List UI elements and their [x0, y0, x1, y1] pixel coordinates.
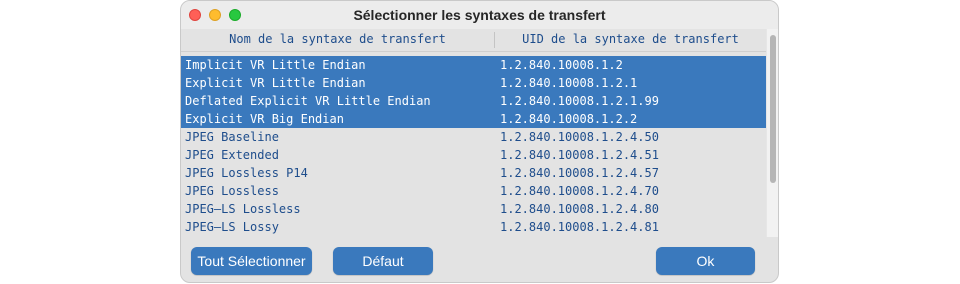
syntax-uid-cell: 1.2.840.10008.1.2.4.81: [500, 220, 659, 234]
syntax-uid-cell: 1.2.840.10008.1.2.4.57: [500, 166, 659, 180]
transfer-syntax-dialog: Sélectionner les syntaxes de transfert N…: [180, 0, 779, 283]
syntax-name-cell: JPEG–LS Lossless: [185, 202, 301, 216]
window-title: Sélectionner les syntaxes de transfert: [353, 7, 606, 23]
vertical-scrollbar[interactable]: [766, 29, 778, 237]
select-all-button[interactable]: Tout Sélectionner: [191, 247, 312, 275]
syntax-name-cell: JPEG Lossless: [185, 184, 279, 198]
syntax-name-cell: JPEG Lossless P14: [185, 166, 308, 180]
syntax-uid-cell: 1.2.840.10008.1.2.4.80: [500, 202, 659, 216]
syntax-name-cell: Deflated Explicit VR Little Endian: [185, 94, 431, 108]
ok-button[interactable]: Ok: [656, 247, 755, 275]
syntax-name-cell: JPEG–LS Lossy: [185, 220, 279, 234]
syntax-uid-cell: 1.2.840.10008.1.2: [500, 58, 623, 72]
column-header-name[interactable]: Nom de la syntaxe de transfert: [181, 32, 494, 46]
table-row[interactable]: Explicit VR Little Endian 1.2.840.10008.…: [181, 74, 766, 92]
syntax-uid-cell: 1.2.840.10008.1.2.4.70: [500, 184, 659, 198]
table-row[interactable]: JPEG–LS Lossy 1.2.840.10008.1.2.4.81: [181, 218, 766, 236]
syntax-uid-cell: 1.2.840.10008.1.2.1: [500, 76, 638, 90]
table-row[interactable]: JPEG Lossless 1.2.840.10008.1.2.4.70: [181, 182, 766, 200]
syntax-uid-cell: 1.2.840.10008.1.2.4.50: [500, 130, 659, 144]
syntax-uid-cell: 1.2.840.10008.1.2.2: [500, 112, 638, 126]
transfer-syntax-table: Nom de la syntaxe de transfert UID de la…: [181, 29, 766, 237]
scrollbar-thumb[interactable]: [770, 35, 776, 183]
table-row[interactable]: Deflated Explicit VR Little Endian 1.2.8…: [181, 92, 766, 110]
syntax-uid-cell: 1.2.840.10008.1.2.1.99: [500, 94, 659, 108]
title-bar: Sélectionner les syntaxes de transfert: [181, 1, 778, 29]
table-row[interactable]: JPEG–LS Lossless 1.2.840.10008.1.2.4.80: [181, 200, 766, 218]
table-row[interactable]: JPEG Baseline 1.2.840.10008.1.2.4.50: [181, 128, 766, 146]
column-header-uid[interactable]: UID de la syntaxe de transfert: [495, 32, 766, 46]
table-header: Nom de la syntaxe de transfert UID de la…: [181, 29, 766, 52]
syntax-uid-cell: 1.2.840.10008.1.2.4.51: [500, 148, 659, 162]
syntax-name-cell: JPEG Baseline: [185, 130, 279, 144]
default-button[interactable]: Défaut: [333, 247, 433, 275]
syntax-name-cell: Explicit VR Big Endian: [185, 112, 344, 126]
table-row[interactable]: JPEG Lossless P14 1.2.840.10008.1.2.4.57: [181, 164, 766, 182]
syntax-name-cell: Implicit VR Little Endian: [185, 58, 366, 72]
table-row[interactable]: JPEG Extended 1.2.840.10008.1.2.4.51: [181, 146, 766, 164]
syntax-name-cell: Explicit VR Little Endian: [185, 76, 366, 90]
table-body: Implicit VR Little Endian 1.2.840.10008.…: [181, 56, 766, 236]
table-row[interactable]: Implicit VR Little Endian 1.2.840.10008.…: [181, 56, 766, 74]
syntax-name-cell: JPEG Extended: [185, 148, 279, 162]
table-row[interactable]: Explicit VR Big Endian 1.2.840.10008.1.2…: [181, 110, 766, 128]
